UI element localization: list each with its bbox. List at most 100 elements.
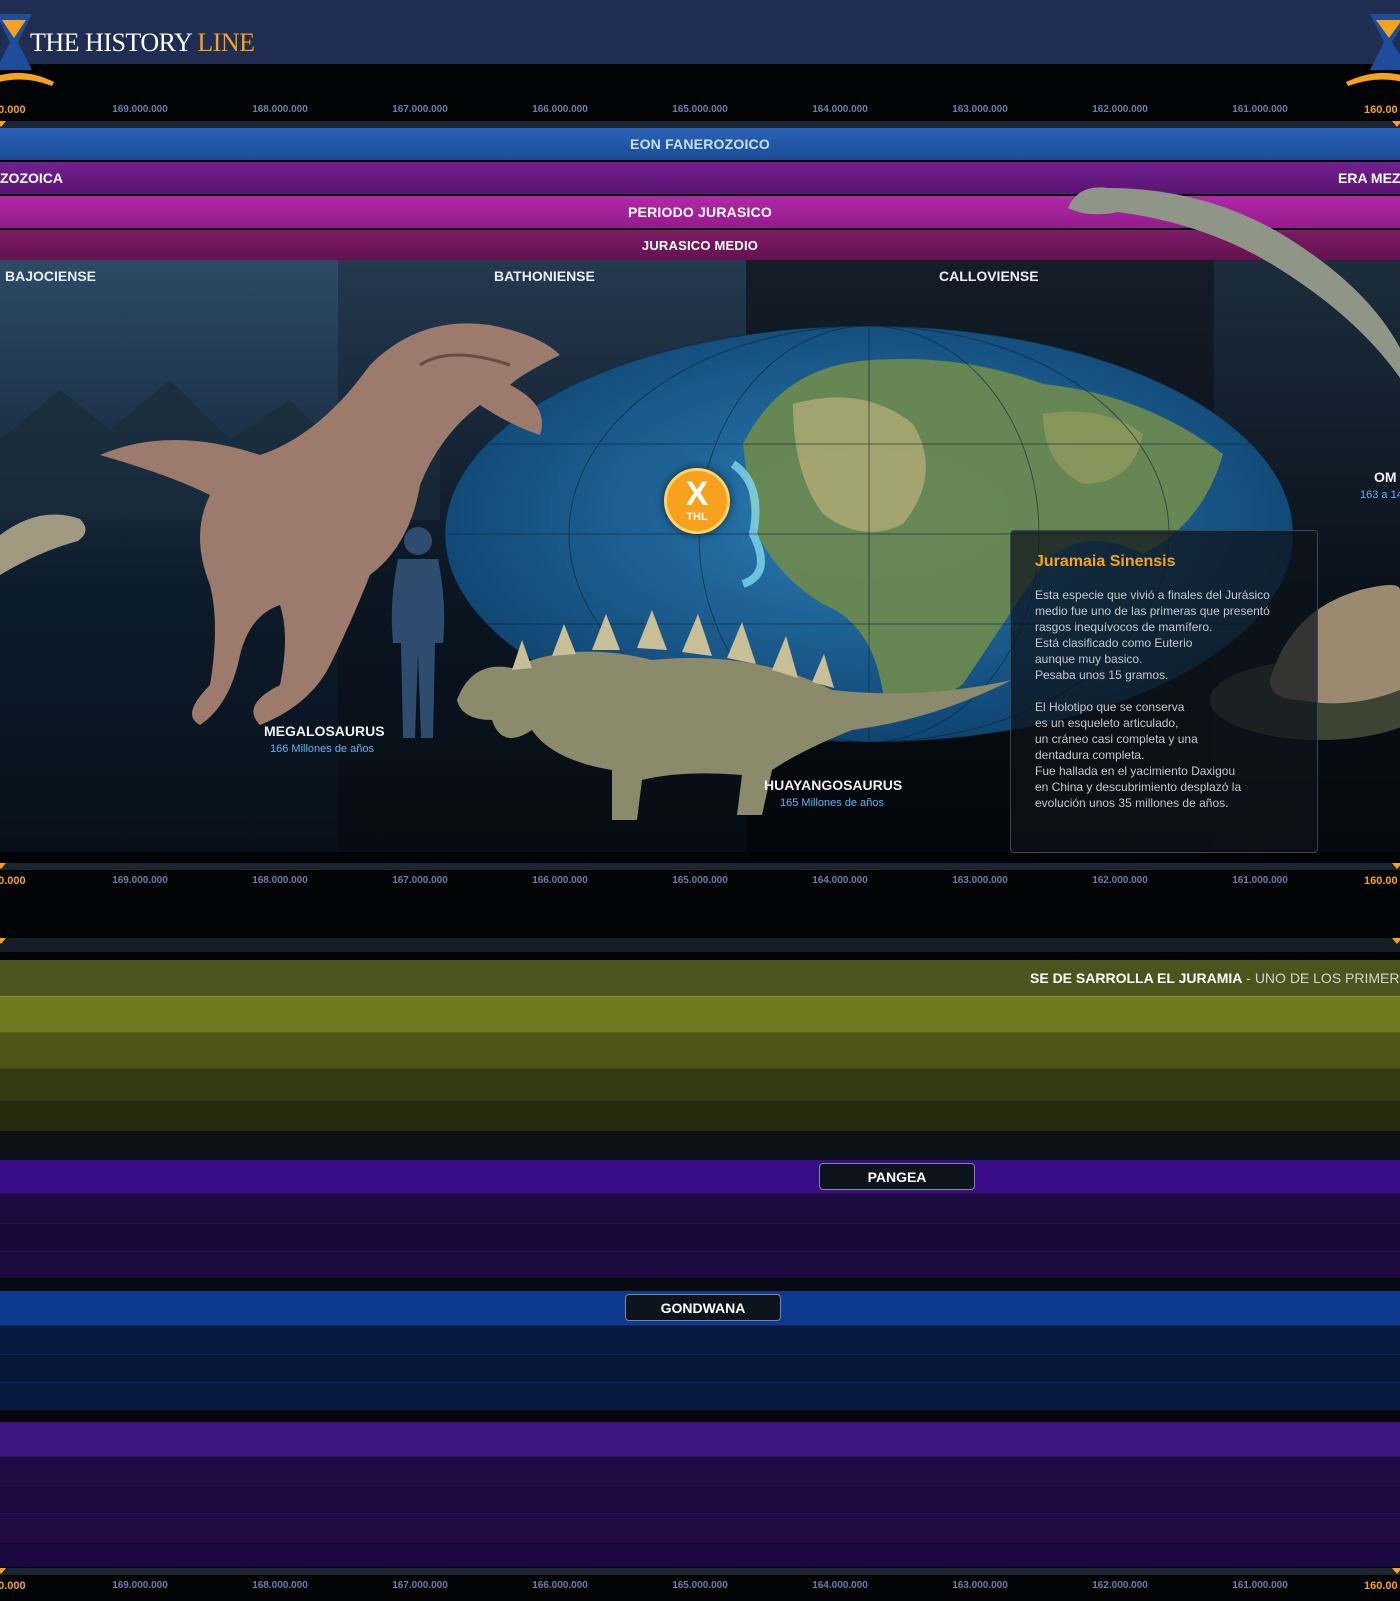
track-marker-icon bbox=[1392, 938, 1400, 944]
ruler-tick: 165.000.000 bbox=[672, 875, 728, 886]
stage-label-bathoniense: BATHONIENSE bbox=[494, 268, 595, 284]
pangea-label[interactable]: PANGEA bbox=[819, 1163, 975, 1190]
partial-dinosaur-head-image[interactable] bbox=[0, 505, 90, 575]
spacer-row bbox=[0, 1410, 1400, 1422]
hourglass-logo-icon-right[interactable] bbox=[1346, 8, 1400, 86]
ruler-middle: 00.000 169.000.000 168.000.000 167.000.0… bbox=[0, 875, 1400, 891]
continent-sub-row[interactable] bbox=[0, 1513, 1400, 1541]
ruler-tick: 169.000.000 bbox=[112, 104, 168, 115]
ruler-top: 00.000 169.000.000 168.000.000 167.000.0… bbox=[0, 104, 1400, 120]
event-label[interactable]: SE DE SARROLLA EL JURAMIA - UNO DE LOS P… bbox=[1030, 960, 1400, 996]
track-marker-icon bbox=[0, 1568, 6, 1574]
event-row[interactable] bbox=[0, 1100, 1400, 1131]
x-icon: X bbox=[685, 475, 709, 513]
pangea-sub-row[interactable] bbox=[0, 1251, 1400, 1278]
ruler-tick: 163.000.000 bbox=[952, 104, 1008, 115]
gondwana-sub-row[interactable] bbox=[0, 1354, 1400, 1382]
event-row[interactable] bbox=[0, 1032, 1400, 1068]
ruler-tick: 169.000.000 bbox=[112, 1580, 168, 1591]
ruler-tick: 166.000.000 bbox=[532, 1580, 588, 1591]
ruler-tick: 168.000.000 bbox=[252, 875, 308, 886]
era-label-left: ZOZOICA bbox=[0, 170, 63, 186]
ruler-bottom: 00.000 169.000.000 168.000.000 167.000.0… bbox=[0, 1580, 1400, 1596]
timeline-track-lower[interactable] bbox=[0, 938, 1400, 952]
timeline-track-bottom[interactable] bbox=[0, 1568, 1400, 1575]
brand-title-main: THE HISTORY bbox=[30, 28, 198, 57]
pangea-sub-row[interactable] bbox=[0, 1223, 1400, 1251]
pangea-sub-row[interactable] bbox=[0, 1193, 1400, 1223]
ruler-tick: 168.000.000 bbox=[252, 1580, 308, 1591]
marker-label: THL bbox=[686, 511, 708, 523]
eon-band[interactable]: EON FANEROZOICO bbox=[0, 128, 1400, 160]
event-row[interactable] bbox=[0, 1068, 1400, 1100]
stage-label-bajociense: BAJOCIENSE bbox=[5, 268, 97, 284]
timeline-page: { "brand": {"title_main": "THE HISTORY "… bbox=[0, 0, 1400, 1601]
ruler-tick: 166.000.000 bbox=[532, 104, 588, 115]
ruler-tick: 168.000.000 bbox=[252, 104, 308, 115]
ruler-start-label: 00.000 bbox=[0, 1580, 26, 1592]
continent-sub-row[interactable] bbox=[0, 1485, 1400, 1513]
species-info-panel: Juramaia Sinensis Esta especie que vivió… bbox=[1010, 530, 1318, 853]
track-marker-icon bbox=[1392, 1568, 1400, 1574]
pangea-row[interactable] bbox=[0, 1160, 1400, 1193]
event-row[interactable] bbox=[0, 996, 1400, 1032]
ruler-tick: 163.000.000 bbox=[952, 1580, 1008, 1591]
timeline-track-top[interactable] bbox=[0, 121, 1400, 128]
continent-row[interactable] bbox=[0, 1422, 1400, 1456]
species-description-1: Esta especie que vivió a finales del Jur… bbox=[1035, 588, 1270, 682]
ruler-tick: 166.000.000 bbox=[532, 875, 588, 886]
ruler-start-label: 00.000 bbox=[0, 104, 26, 116]
brand-title-accent: LINE bbox=[197, 28, 255, 57]
continent-sub-row[interactable] bbox=[0, 1541, 1400, 1567]
edge-dinosaur-name[interactable]: OM bbox=[1374, 469, 1397, 485]
megalosaurus-age: 166 Millones de años bbox=[270, 743, 374, 755]
spacer-row bbox=[0, 1278, 1400, 1291]
edge-dinosaur-age: 163 a 14 bbox=[1360, 489, 1400, 501]
event-title: SE DE SARROLLA EL JURAMIA bbox=[1030, 970, 1243, 986]
species-title: Juramaia Sinensis bbox=[1035, 553, 1176, 570]
ruler-tick: 161.000.000 bbox=[1232, 1580, 1288, 1591]
megalosaurus-name[interactable]: MEGALOSAURUS bbox=[264, 723, 385, 739]
gondwana-sub-row[interactable] bbox=[0, 1382, 1400, 1410]
human-scale-silhouette bbox=[391, 527, 445, 738]
continent-sub-row[interactable] bbox=[0, 1456, 1400, 1485]
sauropod-neck-image[interactable] bbox=[1068, 178, 1400, 378]
ruler-tick: 169.000.000 bbox=[112, 875, 168, 886]
huayangosaurus-name[interactable]: HUAYANGOSAURUS bbox=[764, 777, 902, 793]
ruler-tick: 164.000.000 bbox=[812, 1580, 868, 1591]
huayangosaurus-age: 165 Millones de años bbox=[780, 797, 884, 809]
ruler-tick: 167.000.000 bbox=[392, 104, 448, 115]
ruler-tick: 167.000.000 bbox=[392, 1580, 448, 1591]
ruler-tick: 167.000.000 bbox=[392, 875, 448, 886]
timeline-track-middle[interactable] bbox=[0, 863, 1400, 870]
event-separator: - bbox=[1242, 970, 1255, 986]
ruler-tick: 165.000.000 bbox=[672, 1580, 728, 1591]
ruler-tick: 163.000.000 bbox=[952, 875, 1008, 886]
track-marker-icon bbox=[1392, 863, 1400, 869]
species-description-2: El Holotipo que se conserva es un esquel… bbox=[1035, 700, 1242, 810]
ruler-tick: 164.000.000 bbox=[812, 875, 868, 886]
ruler-tick: 161.000.000 bbox=[1232, 104, 1288, 115]
track-marker-icon bbox=[0, 938, 6, 944]
gondwana-label[interactable]: GONDWANA bbox=[625, 1294, 781, 1321]
ruler-tick: 162.000.000 bbox=[1092, 875, 1148, 886]
track-marker-icon bbox=[0, 863, 6, 869]
ruler-tick: 161.000.000 bbox=[1232, 875, 1288, 886]
thl-location-marker[interactable]: X THL bbox=[664, 468, 730, 534]
huayangosaurus-image[interactable] bbox=[452, 600, 1032, 840]
ruler-tick: 162.000.000 bbox=[1092, 1580, 1148, 1591]
ruler-tick: 164.000.000 bbox=[812, 104, 868, 115]
brand-title[interactable]: THE HISTORY LINE bbox=[30, 28, 255, 58]
track-marker-icon bbox=[0, 121, 6, 127]
ruler-end-label: 160.00 bbox=[1364, 1580, 1398, 1592]
gondwana-sub-row[interactable] bbox=[0, 1325, 1400, 1354]
ruler-end-label: 160.00 bbox=[1364, 104, 1398, 116]
stage-label-calloviense: CALLOVIENSE bbox=[939, 268, 1039, 284]
ruler-end-label: 160.00 bbox=[1364, 875, 1398, 887]
ruler-tick: 165.000.000 bbox=[672, 104, 728, 115]
ruler-tick: 162.000.000 bbox=[1092, 104, 1148, 115]
event-subtitle: UNO DE LOS PRIMEROS bbox=[1254, 970, 1400, 986]
spacer-row bbox=[0, 1131, 1400, 1160]
ruler-start-label: 00.000 bbox=[0, 875, 26, 887]
track-marker-icon bbox=[1392, 121, 1400, 127]
